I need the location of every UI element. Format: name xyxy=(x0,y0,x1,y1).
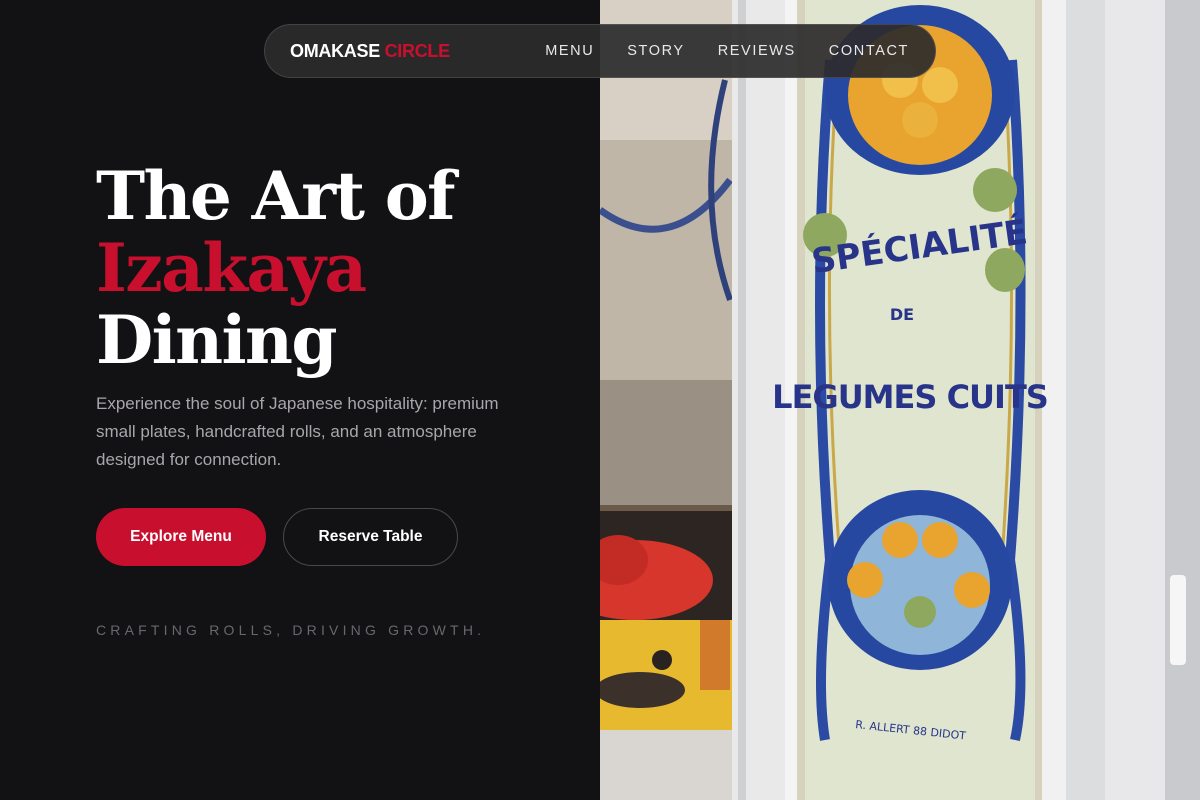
hero-cta-group: Explore Menu Reserve Table xyxy=(96,508,576,566)
brand-second: CIRCLE xyxy=(384,40,451,61)
hero-photo: SPÉCIALITÉ DE LEGUMES CUITS R. ALLERT 88… xyxy=(600,0,1200,800)
explore-menu-button[interactable]: Explore Menu xyxy=(96,508,266,566)
hero-section: The Art of Izakaya Dining Experience the… xyxy=(96,160,576,566)
brand-logo[interactable]: OMAKASE CIRCLE xyxy=(290,41,450,62)
hero-title: The Art of Izakaya Dining xyxy=(96,160,576,376)
brand-first: OMAKASE xyxy=(290,40,380,61)
nav-item-reviews[interactable]: REVIEWS xyxy=(718,43,796,59)
reserve-table-button[interactable]: Reserve Table xyxy=(283,508,458,566)
nav-item-menu[interactable]: MENU xyxy=(545,43,594,59)
nav-links: MENU STORY REVIEWS CONTACT xyxy=(545,43,909,59)
hero-title-accent: Izakaya xyxy=(96,229,367,307)
nav-item-contact[interactable]: CONTACT xyxy=(829,43,909,59)
sign-text-middle: DE xyxy=(890,305,914,324)
top-nav: OMAKASE CIRCLE MENU STORY REVIEWS CONTAC… xyxy=(264,24,936,78)
hero-lead: Experience the soul of Japanese hospital… xyxy=(96,394,499,469)
hero-title-line1: The Art of xyxy=(96,157,456,235)
nav-item-story[interactable]: STORY xyxy=(627,43,684,59)
hero-title-line3: Dining xyxy=(96,301,338,379)
tagline: CRAFTING ROLLS, DRIVING GROWTH. xyxy=(96,622,486,638)
sign-text-bottom: LEGUMES CUITS xyxy=(772,378,1048,416)
shop-window-illustration: SPÉCIALITÉ DE LEGUMES CUITS R. ALLERT 88… xyxy=(600,0,1200,800)
